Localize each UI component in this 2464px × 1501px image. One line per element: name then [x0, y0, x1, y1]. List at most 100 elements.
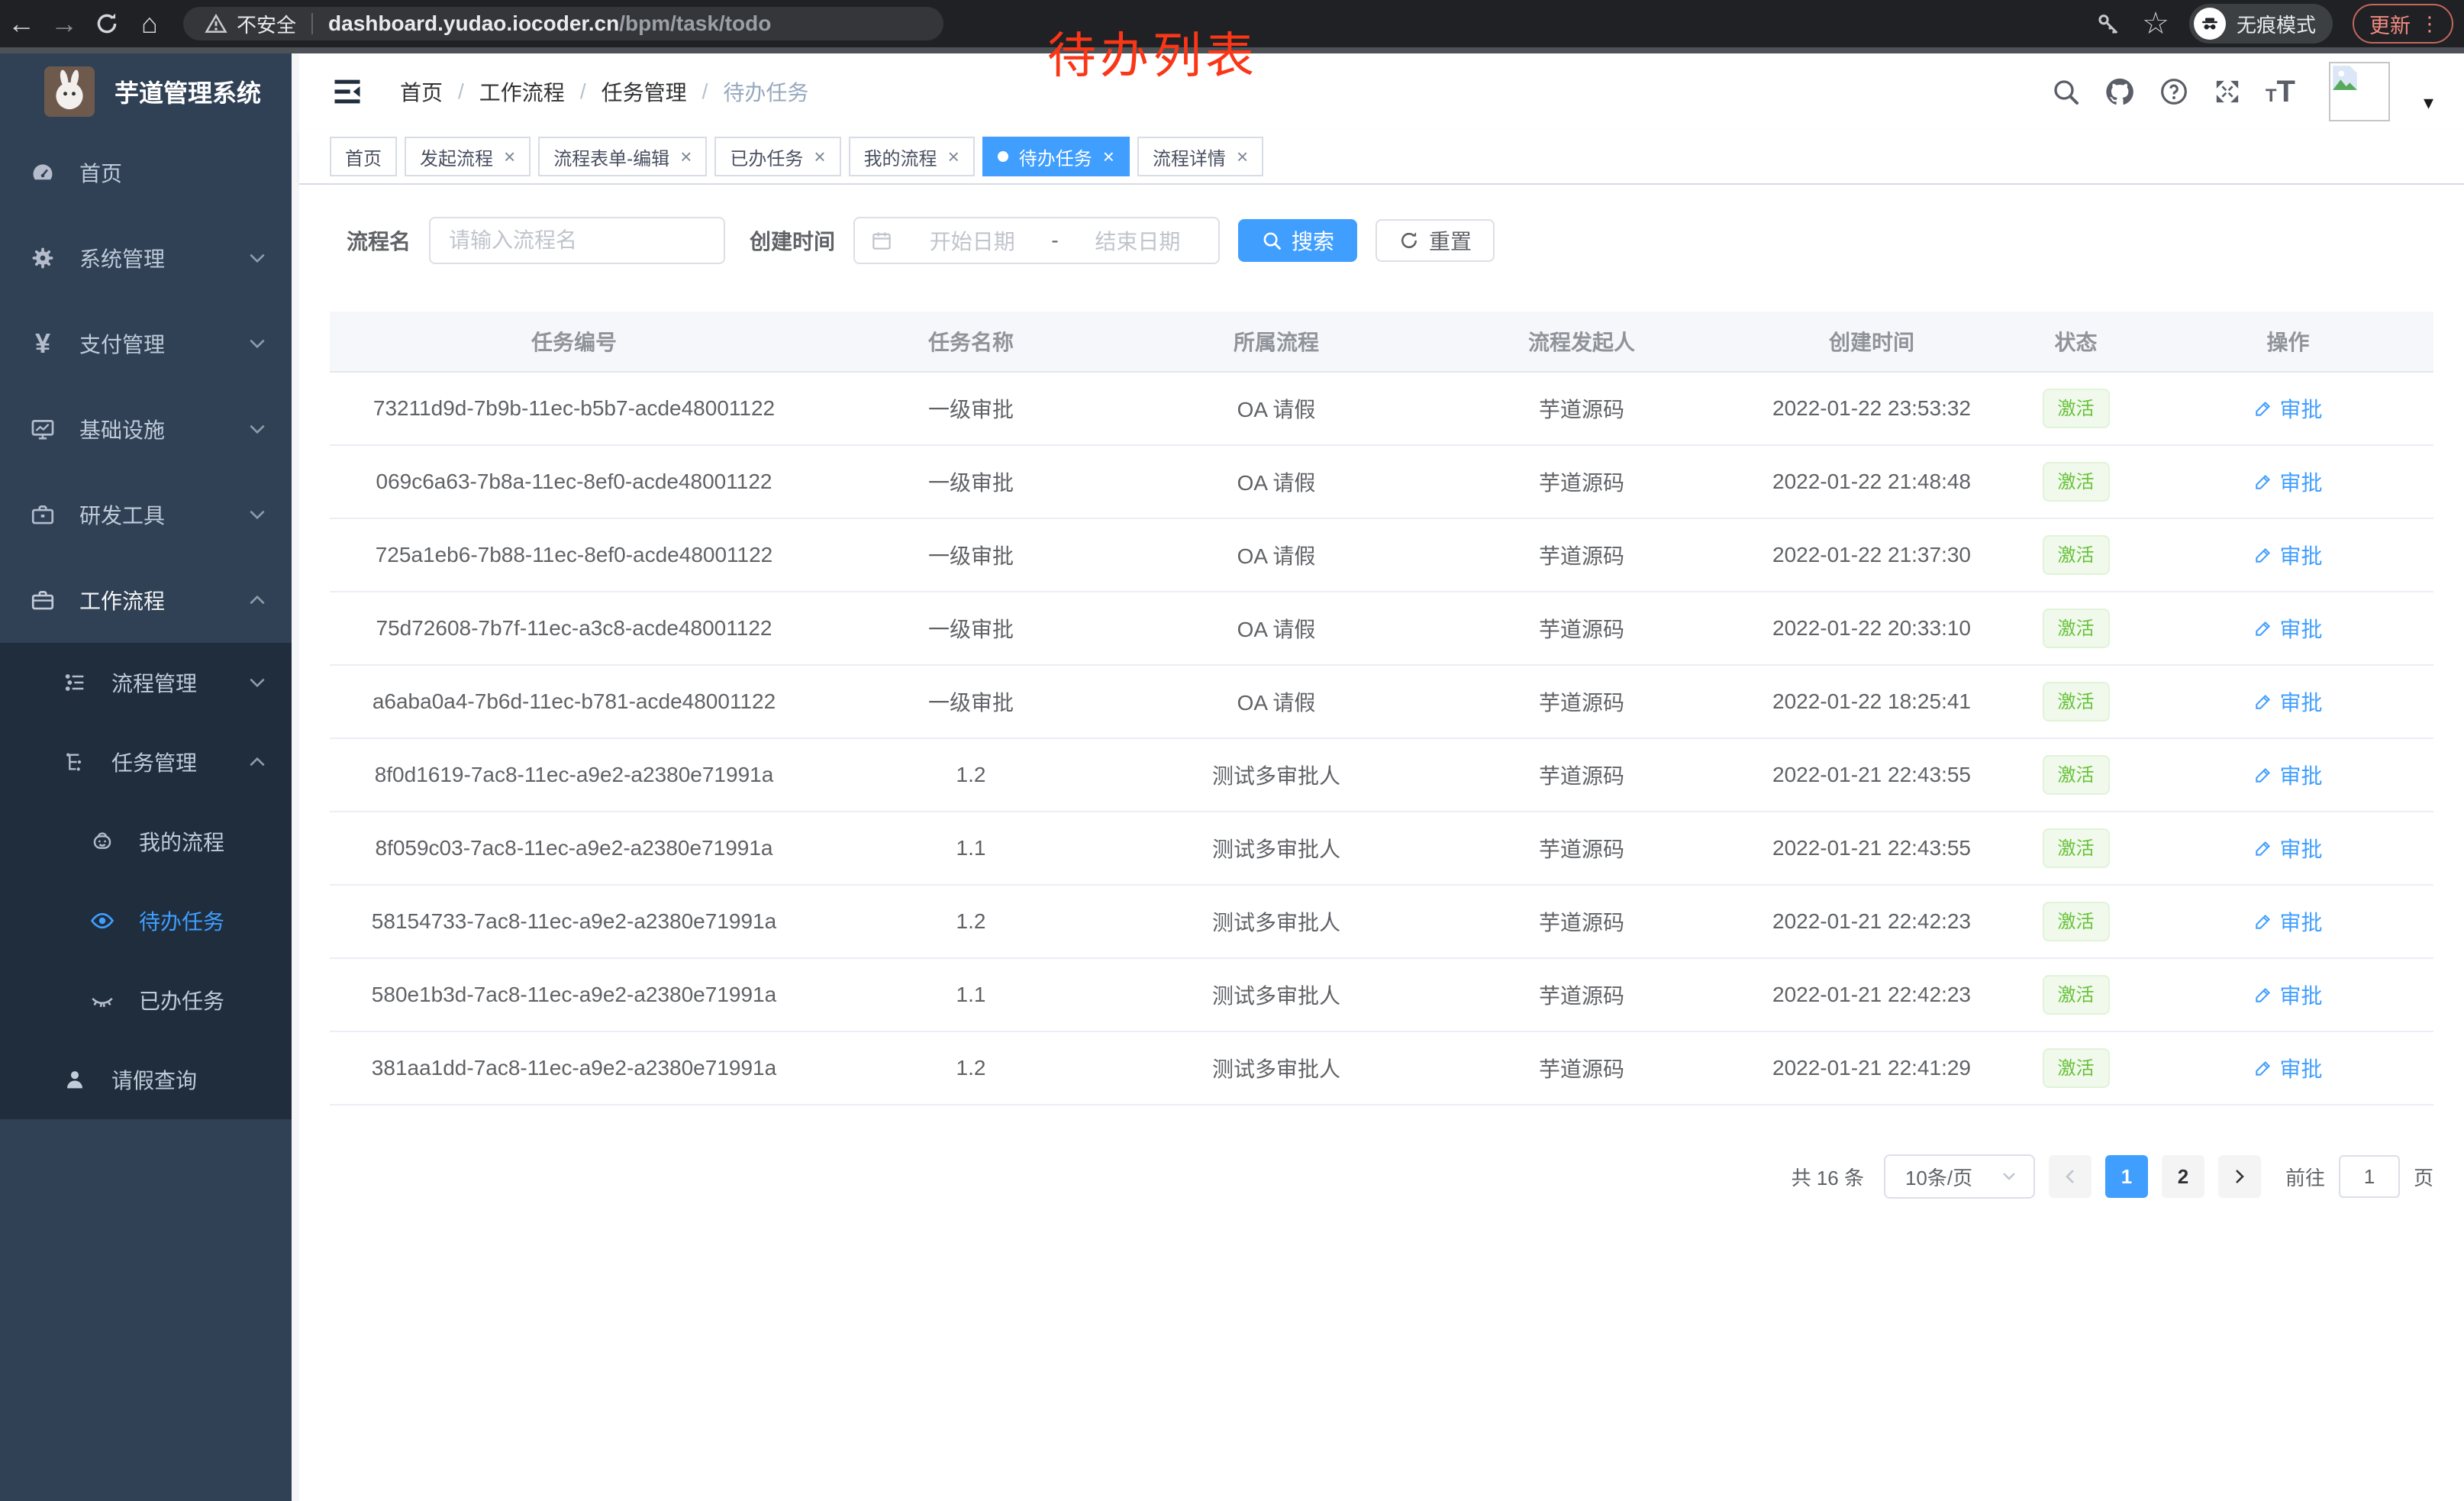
tab-close-icon[interactable]: ×: [1103, 145, 1114, 169]
broken-image-icon: [2330, 63, 2359, 92]
next-page-button[interactable]: [2218, 1155, 2261, 1198]
reload-icon[interactable]: [85, 11, 128, 37]
cell-process: 测试多审批人: [1124, 1053, 1429, 1083]
start-date-placeholder[interactable]: 开始日期: [907, 225, 1037, 256]
breadcrumb-workflow[interactable]: 工作流程: [479, 76, 565, 107]
help-icon[interactable]: [2159, 76, 2189, 107]
avatar[interactable]: [2329, 62, 2390, 121]
url-bar[interactable]: 不安全 dashboard.yudao.iocoder.cn/bpm/task/…: [183, 7, 943, 40]
sidebar-item-payment[interactable]: ¥ 支付管理: [0, 301, 292, 386]
end-date-placeholder[interactable]: 结束日期: [1072, 225, 1203, 256]
chevron-down-icon: [2000, 1170, 2018, 1183]
process-name-input[interactable]: [429, 217, 725, 264]
tab-close-icon[interactable]: ×: [948, 145, 959, 169]
gear-icon: [27, 245, 58, 271]
sidebar-collapse-icon[interactable]: [330, 75, 365, 108]
page-button-2[interactable]: 2: [2162, 1155, 2204, 1198]
sidebar-item-done-tasks[interactable]: 已办任务: [0, 960, 292, 1040]
sidebar-item-home[interactable]: 首页: [0, 130, 292, 215]
sidebar-item-infrastructure[interactable]: 基础设施: [0, 386, 292, 472]
sidebar-item-dev-tools[interactable]: 研发工具: [0, 472, 292, 557]
approve-link[interactable]: 审批: [2253, 833, 2322, 863]
table-header: 任务编号 任务名称 所属流程 流程发起人 创建时间 状态 操作: [330, 311, 2433, 373]
tab-done-tasks[interactable]: 已办任务×: [714, 137, 840, 176]
app-logo[interactable]: 芋道管理系统: [0, 53, 292, 130]
search-icon[interactable]: [2050, 76, 2081, 107]
reset-button[interactable]: 重置: [1376, 219, 1495, 262]
search-button[interactable]: 搜索: [1238, 219, 1357, 262]
font-size-icon[interactable]: TT: [2266, 75, 2295, 109]
key-icon[interactable]: [2095, 10, 2122, 37]
back-icon[interactable]: ←: [0, 8, 43, 40]
sidebar-item-workflow[interactable]: 工作流程: [0, 557, 292, 643]
cell-task-id: 8f0d1619-7ac8-11ec-a9e2-a2380e71991a: [330, 763, 818, 787]
github-icon[interactable]: [2104, 76, 2136, 108]
sidebar-item-process-mgmt[interactable]: 流程管理: [0, 643, 292, 722]
url-domain[interactable]: dashboard.yudao.iocoder.cn: [328, 11, 619, 36]
cell-created: 2022-01-21 22:43:55: [1734, 763, 2009, 787]
sidebar-item-system[interactable]: 系统管理: [0, 215, 292, 301]
approve-link[interactable]: 审批: [2253, 760, 2322, 790]
tab-label: 首页: [345, 144, 382, 170]
bookmark-star-icon[interactable]: ☆: [2142, 6, 2169, 41]
tab-process-detail[interactable]: 流程详情×: [1137, 137, 1263, 176]
page-content: 流程名 创建时间 开始日期 - 结束日期 搜索 重置: [299, 185, 2464, 1501]
approve-label: 审批: [2279, 980, 2322, 1010]
sidebar-item-leave-query[interactable]: 请假查询: [0, 1040, 292, 1119]
tab-home[interactable]: 首页: [330, 137, 397, 176]
total-count: 共 16 条: [1792, 1163, 1864, 1191]
approve-link[interactable]: 审批: [2253, 686, 2322, 717]
tab-start-process[interactable]: 发起流程×: [405, 137, 531, 176]
sidebar-scrollbar[interactable]: [292, 53, 299, 1501]
prev-page-button[interactable]: [2049, 1155, 2091, 1198]
table-row: 069c6a63-7b8a-11ec-8ef0-acde48001122 一级审…: [330, 446, 2433, 519]
tab-close-icon[interactable]: ×: [504, 145, 515, 169]
sidebar-item-my-process[interactable]: 我的流程: [0, 802, 292, 881]
fullscreen-icon[interactable]: [2212, 76, 2243, 107]
status-badge: 激活: [2043, 902, 2110, 941]
page-size-select[interactable]: 10条/页: [1884, 1154, 2035, 1199]
approve-link[interactable]: 审批: [2253, 1053, 2322, 1083]
breadcrumb-task-mgmt[interactable]: 任务管理: [601, 76, 687, 107]
home-icon[interactable]: ⌂: [128, 8, 171, 40]
approve-link[interactable]: 审批: [2253, 613, 2322, 644]
approve-link[interactable]: 审批: [2253, 393, 2322, 424]
tab-close-icon[interactable]: ×: [680, 145, 692, 169]
edit-pencil-icon: [2253, 912, 2273, 931]
workflow-submenu: 流程管理 任务管理 我的流程 待办任务: [0, 643, 292, 1119]
chevron-down-icon: [247, 675, 267, 690]
update-button[interactable]: 更新 ⋮: [2353, 4, 2453, 44]
sidebar-item-label: 研发工具: [79, 499, 165, 530]
tab-close-icon[interactable]: ×: [1237, 145, 1248, 169]
caret-down-icon[interactable]: ▾: [2424, 91, 2433, 115]
url-path: /bpm/task/todo: [619, 11, 771, 36]
approve-link[interactable]: 审批: [2253, 980, 2322, 1010]
page-button-1[interactable]: 1: [2105, 1155, 2148, 1198]
approve-link[interactable]: 审批: [2253, 540, 2322, 570]
approve-link[interactable]: 审批: [2253, 906, 2322, 937]
breadcrumb-home[interactable]: 首页: [400, 76, 443, 107]
cell-initiator: 芋道源码: [1429, 393, 1734, 424]
cell-initiator: 芋道源码: [1429, 1053, 1734, 1083]
date-separator: -: [1051, 228, 1058, 253]
tab-my-process[interactable]: 我的流程×: [849, 137, 975, 176]
approve-link[interactable]: 审批: [2253, 466, 2322, 497]
sidebar-item-label: 请假查询: [111, 1064, 197, 1095]
cell-process: 测试多审批人: [1124, 833, 1429, 863]
goto-page-input[interactable]: [2339, 1155, 2400, 1198]
sidebar-item-label: 待办任务: [139, 905, 224, 936]
cell-task-name: 一级审批: [818, 686, 1124, 717]
approve-label: 审批: [2279, 906, 2322, 937]
sidebar-item-todo-tasks[interactable]: 待办任务: [0, 881, 292, 960]
security-label[interactable]: 不安全: [237, 10, 296, 38]
refresh-icon: [1398, 230, 1420, 251]
tab-process-form-edit[interactable]: 流程表单-编辑×: [538, 137, 707, 176]
incognito-badge: 无痕模式: [2189, 4, 2333, 44]
date-range-picker[interactable]: 开始日期 - 结束日期: [853, 217, 1220, 264]
browser-menu-icon[interactable]: ⋮: [2420, 12, 2440, 36]
tab-close-icon[interactable]: ×: [814, 145, 825, 169]
sidebar-item-task-mgmt[interactable]: 任务管理: [0, 722, 292, 802]
tab-todo-tasks[interactable]: 待办任务×: [982, 137, 1130, 176]
forward-icon[interactable]: →: [43, 8, 85, 40]
approve-label: 审批: [2279, 613, 2322, 644]
